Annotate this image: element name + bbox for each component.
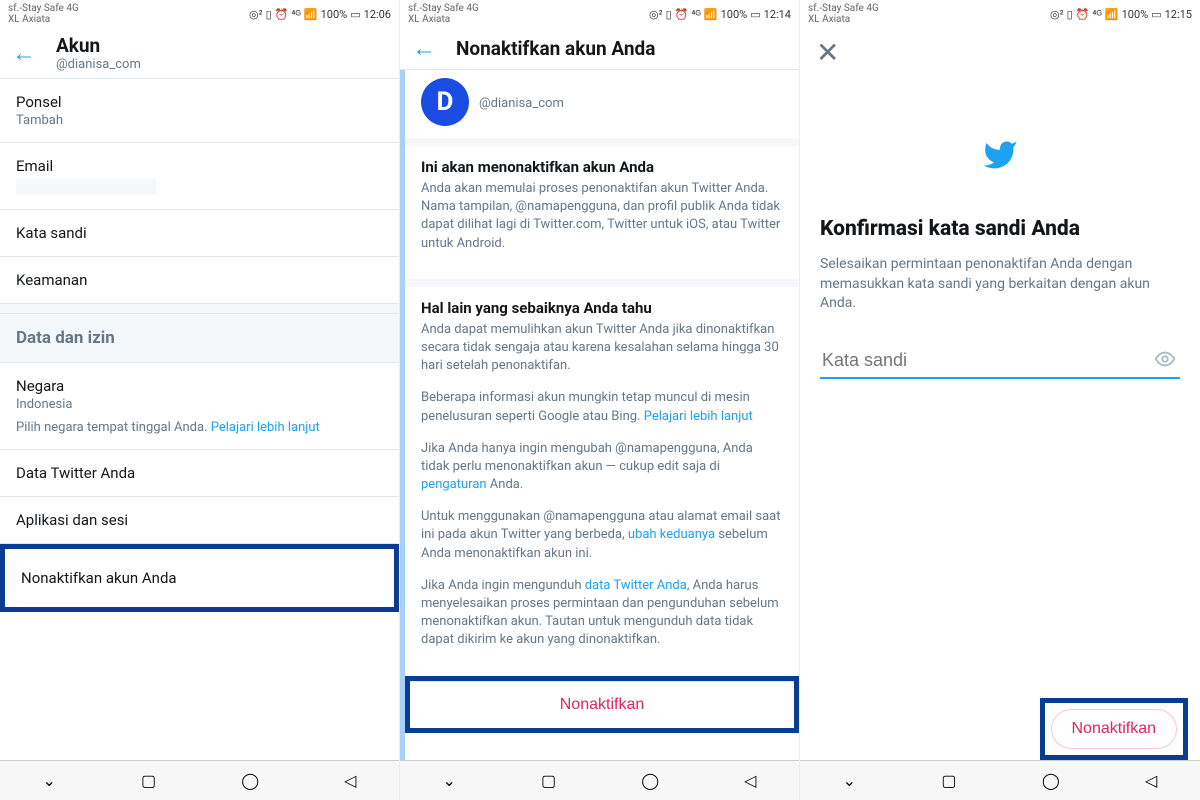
confirm-password-desc: Selesaikan permintaan penonaktifan Anda … <box>820 255 1180 314</box>
footer-action: Nonaktifkan <box>1040 698 1189 760</box>
section-data-permissions: Data dan izin <box>0 314 399 363</box>
nav-back-icon[interactable]: ◁ <box>1145 771 1157 790</box>
battery-icon: ▭ <box>350 8 360 21</box>
android-navbar: ⌄ ▢ ◯ ◁ <box>400 760 799 800</box>
signal-4g-icon: ⁴ᴳ <box>291 8 301 21</box>
android-navbar: ⌄ ▢ ◯ ◁ <box>800 760 1200 800</box>
status-bar: sf.-Stay Safe 4GXL Axiata ◎²▯⏰⁴ᴳ📶 100%▭ … <box>400 0 799 28</box>
page-title: Nonaktifkan akun Anda <box>456 37 655 60</box>
nav-home-icon[interactable]: ◯ <box>241 771 259 790</box>
learn-more-link[interactable]: Pelajari lebih lanjut <box>211 420 320 435</box>
twitter-data-link[interactable]: data Twitter Anda <box>585 578 687 593</box>
deactivate-confirm-button[interactable]: Nonaktifkan <box>1051 709 1178 749</box>
other-info-heading: Hal lain yang sebaiknya Anda tahu <box>421 299 783 317</box>
nav-back-icon[interactable]: ◁ <box>344 771 356 790</box>
profile-handle: @dianisa_com <box>479 96 564 111</box>
row-phone[interactable]: Ponsel Tambah <box>0 79 399 143</box>
row-email[interactable]: Email <box>0 143 399 210</box>
alarm-icon: ⏰ <box>275 8 289 21</box>
twitter-logo-icon <box>800 137 1200 177</box>
row-apps-sessions[interactable]: Aplikasi dan sesi <box>0 497 399 544</box>
row-security[interactable]: Keamanan <box>0 257 399 304</box>
nav-recent-icon[interactable]: ▢ <box>141 771 156 790</box>
learn-more-link[interactable]: Pelajari lebih lanjut <box>644 409 753 424</box>
nav-recent-icon[interactable]: ▢ <box>541 771 556 790</box>
avatar: D <box>421 78 469 126</box>
nav-home-icon[interactable]: ◯ <box>641 771 659 790</box>
hotspot-icon: ◎² <box>249 8 263 21</box>
status-bar: sf.-Stay Safe 4GXL Axiata ◎² ▯ ⏰ ⁴ᴳ 📶 10… <box>0 0 399 28</box>
change-both-link[interactable]: ubah keduanya <box>628 527 715 542</box>
deactivate-heading: Ini akan menonaktifkan akun Anda <box>421 158 783 176</box>
page-title: Akun <box>56 34 141 57</box>
nav-chevron-down-icon[interactable]: ⌄ <box>443 771 456 790</box>
account-handle: @dianisa_com <box>56 57 141 72</box>
header: ← Nonaktifkan akun Anda <box>400 28 799 70</box>
status-bar: sf.-Stay Safe 4GXL Axiata ◎²▯⏰⁴ᴳ📶 100%▭ … <box>800 0 1200 28</box>
status-time: 12:14 <box>764 8 791 21</box>
row-deactivate-account[interactable]: Nonaktifkan akun Anda <box>0 544 399 612</box>
header: ← Akun @dianisa_com <box>0 28 399 79</box>
confirm-password-title: Konfirmasi kata sandi Anda <box>820 217 1180 241</box>
signal-icon: 📶 <box>304 8 318 21</box>
eye-icon[interactable] <box>1154 348 1176 374</box>
back-arrow-icon[interactable]: ← <box>412 34 436 63</box>
row-country[interactable]: Negara Indonesia Pilih negara tempat tin… <box>0 363 399 450</box>
back-arrow-icon[interactable]: ← <box>12 39 36 68</box>
deactivate-button[interactable]: Nonaktifkan <box>410 681 794 728</box>
deactivate-desc: Anda akan memulai proses penonaktifan ak… <box>421 180 783 253</box>
status-time: 12:06 <box>364 8 391 21</box>
screen-confirm-password: sf.-Stay Safe 4GXL Axiata ◎²▯⏰⁴ᴳ📶 100%▭ … <box>800 0 1200 800</box>
row-twitter-data[interactable]: Data Twitter Anda <box>0 450 399 497</box>
status-time: 12:15 <box>1165 8 1192 21</box>
profile-row: D @dianisa_com <box>405 70 799 138</box>
nav-recent-icon[interactable]: ▢ <box>941 771 956 790</box>
row-password[interactable]: Kata sandi <box>0 210 399 257</box>
android-navbar: ⌄ ▢ ◯ ◁ <box>0 760 399 800</box>
password-input[interactable] <box>820 344 1180 379</box>
close-icon[interactable]: ✕ <box>800 28 1200 77</box>
screen-deactivate-info: sf.-Stay Safe 4GXL Axiata ◎²▯⏰⁴ᴳ📶 100%▭ … <box>400 0 800 800</box>
settings-link[interactable]: pengaturan <box>421 477 487 492</box>
vibrate-icon: ▯ <box>266 8 272 21</box>
highlight-deactivate-button: Nonaktifkan <box>405 676 799 733</box>
screen-account: sf.-Stay Safe 4GXL Axiata ◎² ▯ ⏰ ⁴ᴳ 📶 10… <box>0 0 400 800</box>
nav-chevron-down-icon[interactable]: ⌄ <box>843 771 856 790</box>
email-value-masked <box>16 179 156 195</box>
nav-chevron-down-icon[interactable]: ⌄ <box>43 771 56 790</box>
nav-back-icon[interactable]: ◁ <box>744 771 756 790</box>
nav-home-icon[interactable]: ◯ <box>1042 771 1060 790</box>
